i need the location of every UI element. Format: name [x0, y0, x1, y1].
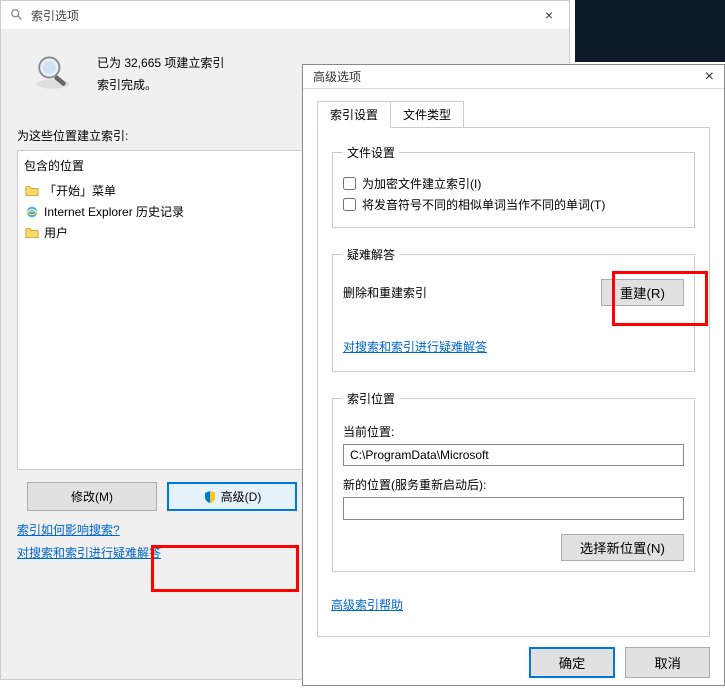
current-loc-field[interactable]: C:\ProgramData\Microsoft — [343, 444, 684, 466]
item-label: Internet Explorer 历史记录 — [44, 203, 184, 220]
item-label: 「开始」菜单 — [44, 182, 116, 199]
ok-button[interactable]: 确定 — [529, 647, 616, 678]
included-header: 包含的位置 — [24, 157, 84, 174]
item-label: 用户 — [44, 224, 68, 241]
rebuild-button[interactable]: 重建(R) — [601, 279, 684, 306]
index-complete: 索引完成。 — [97, 75, 224, 97]
index-loc-legend: 索引位置 — [343, 390, 399, 407]
troubleshoot-legend: 疑难解答 — [343, 246, 399, 263]
shield-icon — [203, 490, 217, 504]
new-loc-field[interactable] — [343, 497, 684, 520]
titlebar: 索引选项 × — [1, 1, 569, 29]
search-icon — [9, 7, 25, 23]
folder-icon — [24, 225, 40, 241]
checkbox-input[interactable] — [343, 177, 356, 190]
advanced-button[interactable]: 高级(D) — [167, 482, 297, 511]
window-title: 索引选项 — [31, 7, 79, 24]
cancel-button[interactable]: 取消 — [625, 647, 710, 678]
titlebar: 高级选项 × — [303, 65, 724, 89]
window-title: 高级选项 — [313, 68, 361, 85]
new-loc-label: 新的位置(服务重新启动后): — [343, 476, 684, 493]
ie-icon — [24, 204, 40, 220]
tab-strip: 索引设置 文件类型 — [317, 101, 710, 128]
tab-file-types[interactable]: 文件类型 — [390, 101, 464, 128]
indexed-count: 已为 32,665 项建立索引 — [97, 53, 224, 75]
checkbox-input[interactable] — [343, 198, 356, 211]
checkbox-encrypted[interactable]: 为加密文件建立索引(I) — [343, 175, 684, 192]
modify-button[interactable]: 修改(M) — [27, 482, 157, 511]
select-new-location-button[interactable]: 选择新位置(N) — [561, 534, 684, 561]
troubleshoot-link[interactable]: 对搜索和索引进行疑难解答 — [343, 338, 684, 355]
tab-panel: 文件设置 为加密文件建立索引(I) 将发音符号不同的相似单词当作不同的单词(T)… — [317, 127, 710, 637]
file-settings-legend: 文件设置 — [343, 144, 399, 161]
magnifier-icon — [29, 49, 77, 97]
file-settings-group: 文件设置 为加密文件建立索引(I) 将发音符号不同的相似单词当作不同的单词(T) — [332, 144, 695, 228]
close-icon[interactable]: × — [537, 7, 561, 23]
troubleshoot-group: 疑难解答 删除和重建索引 重建(R) 对搜索和索引进行疑难解答 — [332, 246, 695, 372]
tab-index-settings[interactable]: 索引设置 — [317, 101, 391, 128]
advanced-options-window: 高级选项 × 索引设置 文件类型 文件设置 为加密文件建立索引(I) 将发音符号… — [302, 64, 725, 686]
delete-rebuild-label: 删除和重建索引 — [343, 284, 427, 301]
checkbox-diacritics[interactable]: 将发音符号不同的相似单词当作不同的单词(T) — [343, 196, 684, 213]
close-icon[interactable]: × — [705, 68, 714, 86]
folder-icon — [24, 183, 40, 199]
advanced-index-help-link[interactable]: 高级索引帮助 — [331, 596, 403, 613]
index-location-group: 索引位置 当前位置: C:\ProgramData\Microsoft 新的位置… — [332, 390, 695, 572]
current-loc-label: 当前位置: — [343, 423, 684, 440]
desktop-dark-area — [575, 0, 725, 62]
